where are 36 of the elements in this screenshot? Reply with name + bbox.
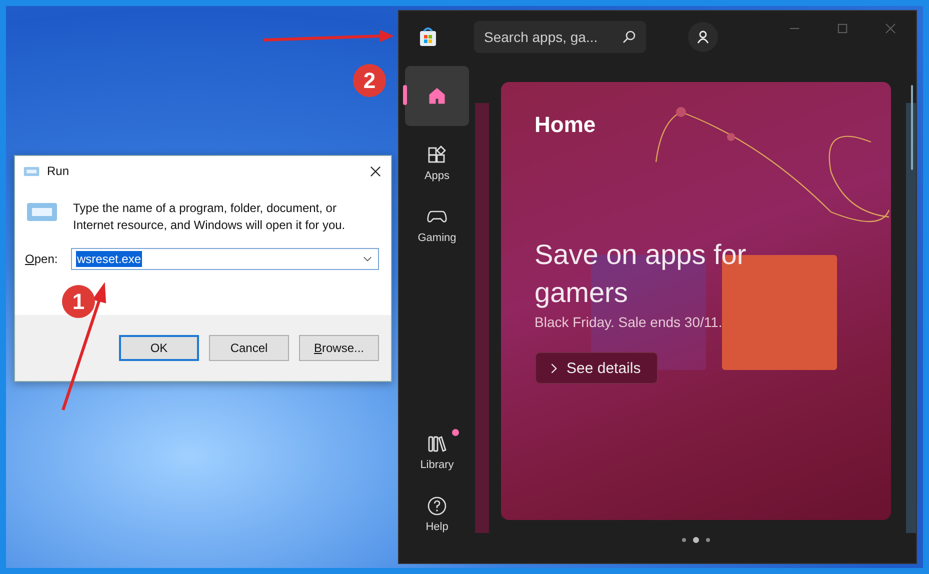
account-button[interactable]	[688, 22, 718, 52]
window-title: Run	[47, 164, 70, 178]
open-combo-field[interactable]: wsreset.exe	[71, 248, 379, 270]
banner-headline: Save on apps for gamers	[534, 238, 748, 310]
selection-indicator	[403, 85, 407, 105]
search-field[interactable]: Search apps, ga...	[474, 21, 646, 53]
home-icon	[427, 86, 447, 106]
nav-item[interactable]: Apps	[405, 138, 469, 188]
dialog-button[interactable]: Cancel	[209, 335, 289, 361]
carousel-dot[interactable]	[706, 538, 710, 542]
page-heading: Home	[534, 112, 596, 138]
apps-grid-icon	[427, 144, 447, 164]
store-bag-icon[interactable]	[419, 27, 437, 47]
dialog-button[interactable]: Browse...	[299, 335, 379, 361]
nav-item[interactable]: Gaming	[405, 200, 469, 250]
maximize-icon[interactable]	[837, 23, 848, 34]
run-app-icon	[23, 164, 41, 178]
dialog-button[interactable]: OK	[119, 335, 199, 361]
carousel-dot[interactable]	[692, 537, 698, 543]
search-icon[interactable]	[622, 30, 636, 44]
open-label: Open:	[25, 252, 59, 266]
help-icon	[427, 496, 447, 516]
dropdown-chevron-icon[interactable]	[363, 256, 372, 262]
nav-item[interactable]: Library	[405, 427, 469, 477]
nav-item[interactable]	[405, 66, 469, 126]
prompt-text: Type the name of a program, folder, document, or Internet resource, and Windows will open it for you.	[73, 200, 346, 234]
run-program-icon	[25, 200, 59, 224]
person-icon	[696, 30, 710, 44]
carousel-dot[interactable]	[682, 538, 686, 542]
step-number-badge: 2	[353, 64, 386, 97]
library-books-icon	[427, 434, 447, 454]
chevron-right-icon	[550, 362, 556, 374]
nav-item[interactable]: Help	[405, 489, 469, 539]
see-details-button[interactable]: See details	[534, 352, 658, 384]
banner-subtitle: Black Friday. Sale ends 30/11.	[534, 314, 722, 330]
close-icon[interactable]	[370, 166, 381, 176]
